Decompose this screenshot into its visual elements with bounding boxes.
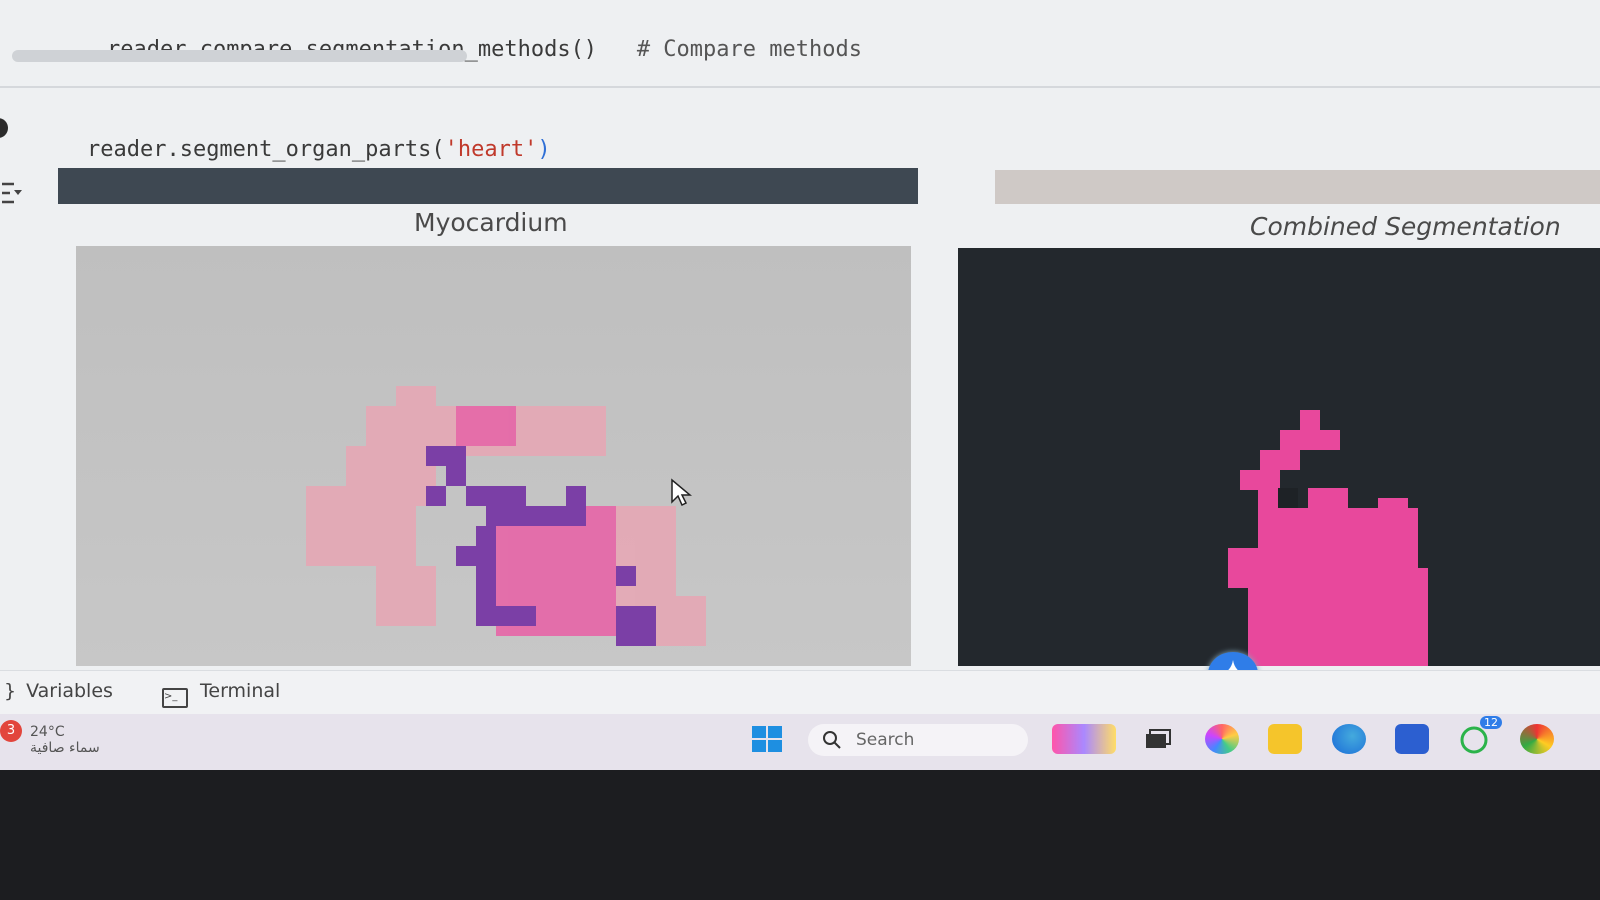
myocardium-image xyxy=(76,246,911,666)
terminal-label: Terminal xyxy=(200,680,281,702)
terminal-icon: >_ xyxy=(162,688,188,708)
combined-overlay xyxy=(1228,410,1428,666)
output-header-bar-right xyxy=(995,170,1600,204)
search-icon xyxy=(823,731,841,749)
myocardium-title: Myocardium xyxy=(414,208,568,237)
combined-segmentation-title: Combined Segmentation xyxy=(1250,212,1561,241)
output-toggle-icon[interactable] xyxy=(0,178,24,208)
weather-desc: سماء صافية xyxy=(30,740,100,756)
whatsapp-icon[interactable]: 12 xyxy=(1458,716,1502,754)
combined-segmentation-image xyxy=(958,248,1600,666)
notification-badge[interactable]: 3 xyxy=(0,720,22,742)
terminal-tab[interactable]: >_ Terminal xyxy=(162,680,280,708)
run-cell-icon[interactable] xyxy=(0,118,8,138)
copilot-icon[interactable] xyxy=(1205,724,1239,754)
chrome-browser-icon[interactable] xyxy=(1520,724,1554,754)
whatsapp-badge: 12 xyxy=(1480,716,1502,729)
myocardium-overlay xyxy=(306,386,706,646)
microsoft-store-icon[interactable] xyxy=(1395,724,1429,754)
braces-icon: } xyxy=(4,680,17,702)
mouse-cursor-icon xyxy=(671,478,692,507)
code-comment: # Compare methods xyxy=(636,37,862,62)
taskbar-search[interactable]: Search xyxy=(808,724,1028,756)
screen: reader.compare_segmentation_methods() # … xyxy=(0,0,1600,770)
variables-tab[interactable]: } Variables xyxy=(4,680,113,702)
variables-label: Variables xyxy=(26,680,113,702)
weather-temp: 24°C xyxy=(30,724,65,740)
widgets-doodle-icon[interactable] xyxy=(1052,724,1116,754)
edge-browser-icon[interactable] xyxy=(1332,724,1366,754)
code-call: reader.segment_organ_parts( xyxy=(86,137,445,162)
code-string-arg: 'heart' xyxy=(444,137,538,162)
file-explorer-icon[interactable] xyxy=(1268,724,1302,754)
output-header-bar-left xyxy=(58,168,918,204)
windows-start-icon[interactable] xyxy=(750,724,784,754)
search-placeholder: Search xyxy=(856,730,915,750)
horizontal-scrollbar[interactable] xyxy=(12,50,467,62)
task-view-icon[interactable] xyxy=(1140,724,1174,754)
code-paren: ) xyxy=(537,137,551,162)
monitor-bezel xyxy=(0,770,1600,900)
cell-divider xyxy=(0,86,1600,88)
weather-widget[interactable]: 24°C سماء صافية xyxy=(30,724,100,756)
